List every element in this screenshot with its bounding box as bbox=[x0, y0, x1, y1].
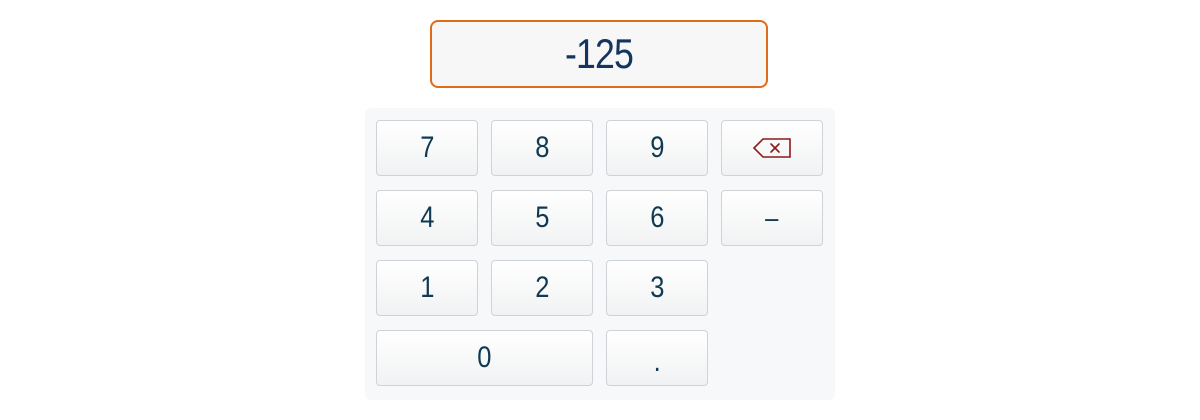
numeric-display-field[interactable]: -125 bbox=[430, 20, 768, 88]
decimal-point-button[interactable]: . bbox=[606, 330, 708, 386]
key-9-label: 9 bbox=[649, 131, 665, 164]
key-0-label: 0 bbox=[477, 341, 492, 374]
key-7[interactable]: 7 bbox=[376, 120, 478, 176]
key-4[interactable]: 4 bbox=[376, 190, 478, 246]
key-1-label: 1 bbox=[419, 271, 435, 304]
key-6[interactable]: 6 bbox=[606, 190, 708, 246]
key-8-label: 8 bbox=[534, 131, 550, 164]
key-3-label: 3 bbox=[649, 271, 665, 304]
backspace-icon bbox=[752, 138, 791, 158]
key-7-label: 7 bbox=[419, 131, 435, 164]
backspace-button[interactable] bbox=[721, 120, 823, 176]
key-2[interactable]: 2 bbox=[491, 260, 593, 316]
numeric-keypad-widget: -125 7 8 9 4 5 6 – 1 2 3 0 . bbox=[0, 0, 1200, 420]
key-0[interactable]: 0 bbox=[376, 330, 593, 386]
key-4-label: 4 bbox=[419, 201, 435, 234]
key-5[interactable]: 5 bbox=[491, 190, 593, 246]
key-3[interactable]: 3 bbox=[606, 260, 708, 316]
key-1[interactable]: 1 bbox=[376, 260, 478, 316]
decimal-point-label: . bbox=[653, 345, 661, 378]
minus-button[interactable]: – bbox=[721, 190, 823, 246]
key-6-label: 6 bbox=[649, 201, 665, 234]
key-5-label: 5 bbox=[534, 201, 550, 234]
display-value: -125 bbox=[564, 30, 634, 77]
keypad: 7 8 9 4 5 6 – 1 2 3 0 . bbox=[365, 108, 835, 400]
key-8[interactable]: 8 bbox=[491, 120, 593, 176]
key-2-label: 2 bbox=[534, 271, 550, 304]
key-9[interactable]: 9 bbox=[606, 120, 708, 176]
minus-label: – bbox=[765, 202, 779, 233]
